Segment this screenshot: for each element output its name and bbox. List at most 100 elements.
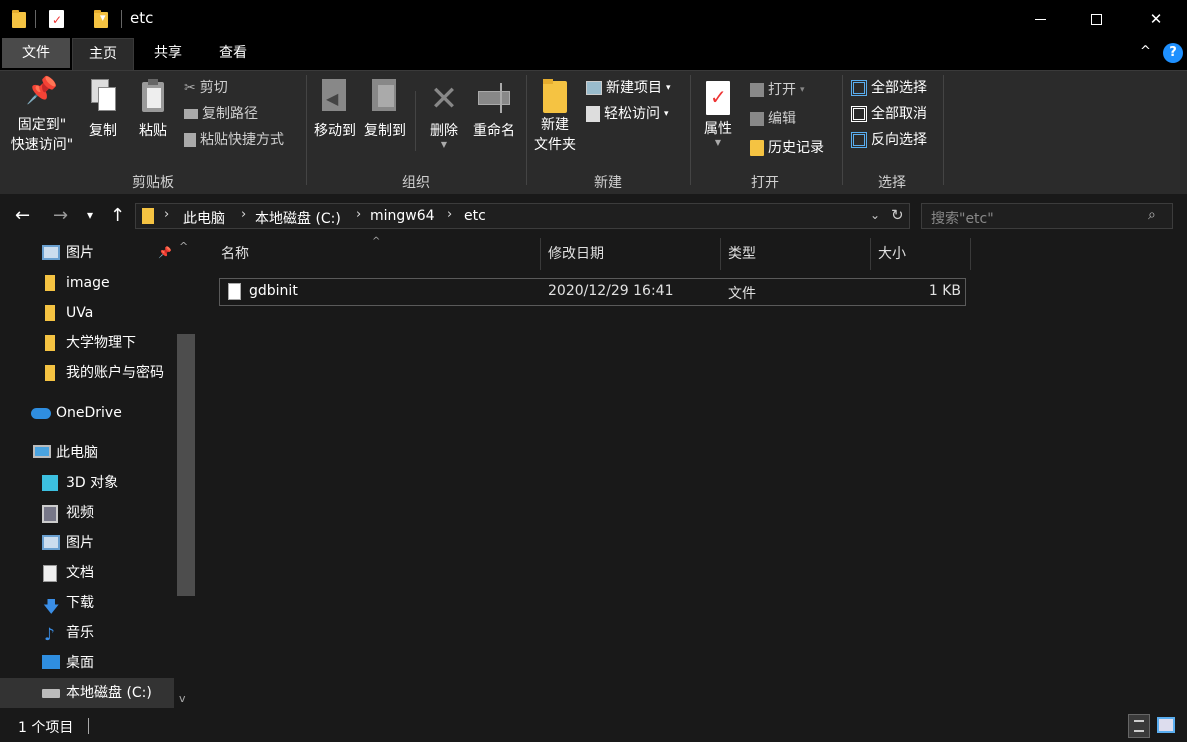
nav-item-label: 桌面 (66, 655, 94, 671)
tab-file[interactable]: 文件 (2, 38, 70, 68)
invert-selection-button[interactable]: 反向选择 (851, 129, 927, 151)
nav-scrollbar[interactable]: ^ v (175, 240, 195, 710)
paste-icon (139, 79, 167, 115)
invert-selection-label: 反向选择 (871, 132, 927, 148)
group-label-select: 选择 (878, 175, 906, 191)
nav-item-accounts[interactable]: 我的账户与密码 (0, 358, 174, 388)
tab-view[interactable]: 查看 (203, 38, 263, 68)
nav-item-downloads[interactable]: 🡇 下载 (0, 588, 174, 618)
nav-item-quick-pictures[interactable]: 图片 📌 (0, 238, 174, 268)
open-button[interactable]: 打开 ▾ (750, 79, 805, 101)
breadcrumb-local-disk[interactable]: 本地磁盘 (C:) (255, 208, 341, 228)
back-arrow-icon[interactable]: ← (15, 205, 30, 226)
paste-button[interactable]: 粘贴 (134, 79, 172, 141)
copy-button[interactable]: 复制 (84, 79, 122, 141)
properties-button[interactable]: ✓ 属性 ▼ (698, 79, 738, 147)
divider[interactable] (870, 238, 871, 270)
nav-item-desktop[interactable]: 桌面 (0, 648, 174, 678)
search-icon[interactable]: ⌕ (1148, 207, 1156, 223)
maximize-button[interactable] (1073, 0, 1119, 38)
tab-home[interactable]: 主页 (72, 38, 134, 70)
folder-icon (45, 365, 55, 381)
new-item-button[interactable]: 新建项目 ▾ (586, 77, 671, 99)
music-icon: ♪ (44, 625, 55, 645)
column-header-name[interactable]: 名称 (221, 242, 539, 274)
column-header-modified[interactable]: 修改日期 (548, 242, 718, 274)
breadcrumb-this-pc[interactable]: 此电脑 (183, 208, 225, 228)
paste-shortcut-button[interactable]: 粘贴快捷方式 (184, 129, 284, 151)
delete-button[interactable]: ✕ 删除 ▼ (424, 79, 464, 149)
close-button[interactable]: ✕ (1133, 0, 1179, 38)
nav-item-this-pc[interactable]: 此电脑 (0, 438, 174, 468)
easy-access-button[interactable]: 轻松访问 ▾ (586, 103, 669, 125)
collapse-ribbon-icon[interactable]: ^ (1140, 44, 1151, 59)
title-bar: ✓ ▾ etc ✕ (0, 0, 1187, 38)
breadcrumb-etc[interactable]: etc (464, 208, 486, 224)
divider[interactable] (970, 238, 971, 270)
divider[interactable] (540, 238, 541, 270)
pin-quick-access-button[interactable]: 📌 固定到" 快速访问" (6, 78, 78, 155)
history-button[interactable]: 历史记录 (750, 137, 824, 159)
copy-icon (89, 79, 117, 115)
properties-quick-icon[interactable]: ✓ (49, 10, 64, 28)
details-view-button[interactable] (1128, 714, 1150, 738)
move-to-button[interactable]: ◀ 移动到 (312, 79, 358, 141)
chevron-down-icon[interactable]: v (179, 692, 186, 705)
nav-item-physics[interactable]: 大学物理下 (0, 328, 174, 358)
nav-item-documents[interactable]: 文档 (0, 558, 174, 588)
recent-locations-icon[interactable]: ▾ (87, 208, 93, 222)
new-folder-button[interactable]: 新建 文件夹 (530, 79, 580, 155)
large-icons-view-button[interactable] (1157, 717, 1175, 733)
nav-item-music[interactable]: ♪ 音乐 (0, 618, 174, 648)
group-label-open: 打开 (751, 175, 779, 191)
address-bar[interactable]: › 此电脑 › 本地磁盘 (C:) › mingw64 › etc ⌄ ↻ (135, 203, 910, 229)
table-row[interactable]: gdbinit 2020/12/29 16:41 文件 1 KB (219, 278, 966, 306)
cube-icon (42, 475, 58, 491)
nav-item-label: image (66, 275, 110, 291)
cut-button[interactable]: ✂ 剪切 (184, 77, 228, 99)
open-label: 打开 (768, 82, 796, 98)
nav-item-local-disk[interactable]: 本地磁盘 (C:) (0, 678, 174, 708)
minimize-button[interactable] (1017, 0, 1063, 38)
pin-icon[interactable]: 📌 (158, 238, 172, 268)
forward-arrow-icon[interactable]: → (53, 205, 68, 226)
folder-icon (45, 305, 55, 321)
copy-to-button[interactable]: 复制到 (362, 79, 408, 141)
customize-quick-access-icon[interactable]: ▾ (100, 11, 106, 24)
divider[interactable] (720, 238, 721, 270)
edit-button[interactable]: 编辑 (750, 108, 796, 130)
copy-path-button[interactable]: 复制路径 (184, 103, 258, 125)
breadcrumb-mingw64[interactable]: mingw64 (370, 208, 435, 224)
column-header-size[interactable]: 大小 (878, 242, 968, 274)
search-input[interactable]: 搜索"etc" (931, 208, 994, 228)
navigation-pane: 图片 📌 image UVa 大学物理下 我的账户与密码 OneDrive 此电… (0, 236, 196, 710)
easy-access-label: 轻松访问 (604, 106, 660, 122)
file-modified: 2020/12/29 16:41 (548, 283, 674, 299)
search-box[interactable]: 搜索"etc" ⌕ (921, 203, 1173, 229)
refresh-icon[interactable]: ↻ (891, 206, 904, 224)
video-icon (42, 505, 58, 523)
nav-item-pictures[interactable]: 图片 (0, 528, 174, 558)
cloud-icon (31, 408, 51, 419)
help-icon[interactable]: ? (1163, 43, 1183, 63)
nav-item-onedrive[interactable]: OneDrive (0, 398, 174, 428)
up-arrow-icon[interactable]: ↑ (110, 205, 125, 226)
chevron-up-icon[interactable]: ^ (179, 240, 188, 253)
select-all-button[interactable]: 全部选择 (851, 77, 927, 99)
nav-item-label: 图片 (66, 535, 94, 551)
select-none-button[interactable]: 全部取消 (851, 103, 927, 125)
scrollbar-thumb[interactable] (177, 334, 195, 596)
column-header-type[interactable]: 类型 (728, 242, 868, 274)
tab-share[interactable]: 共享 (138, 38, 198, 68)
copy-to-label: 复制到 (364, 123, 406, 139)
invert-selection-icon (851, 132, 867, 148)
nav-item-videos[interactable]: 视频 (0, 498, 174, 528)
divider (842, 75, 843, 185)
chevron-down-icon[interactable]: ⌄ (870, 208, 880, 222)
rename-button[interactable]: 重命名 (470, 79, 518, 141)
chevron-right-icon: › (356, 207, 362, 222)
nav-item-uva[interactable]: UVa (0, 298, 174, 328)
divider (690, 75, 691, 185)
nav-item-3d-objects[interactable]: 3D 对象 (0, 468, 174, 498)
nav-item-image[interactable]: image (0, 268, 174, 298)
